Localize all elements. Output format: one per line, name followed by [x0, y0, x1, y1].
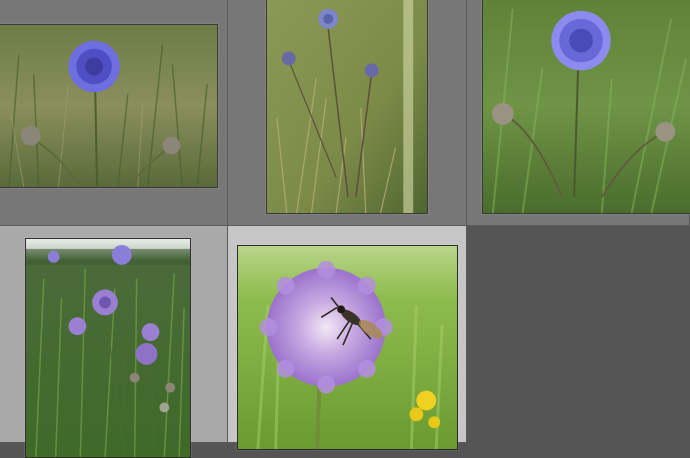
photo-scabiosa-closeup	[483, 0, 690, 213]
photo-scabiosa-meadow	[0, 25, 217, 187]
thumbnail-cell-1[interactable]	[0, 0, 228, 226]
thumbnail-cell-5[interactable]	[228, 226, 467, 450]
photo-thumbnail-4[interactable]	[25, 238, 191, 458]
photo-thumbnail-1[interactable]	[0, 24, 218, 188]
photo-scabiosa-meadow-many	[26, 239, 190, 457]
photo-thumbnail-5[interactable]	[237, 245, 458, 450]
photo-thumbnail-3[interactable]	[482, 0, 690, 214]
photo-scabiosa-buds	[267, 0, 427, 213]
thumbnail-cell-2[interactable]	[228, 0, 467, 226]
thumbnail-grid	[0, 0, 690, 458]
photo-scabiosa-insect	[238, 246, 457, 449]
thumbnail-cell-4[interactable]	[0, 226, 228, 458]
empty-grid-area	[467, 226, 690, 443]
photo-thumbnail-2[interactable]	[266, 0, 428, 214]
thumbnail-cell-3[interactable]	[467, 0, 690, 226]
